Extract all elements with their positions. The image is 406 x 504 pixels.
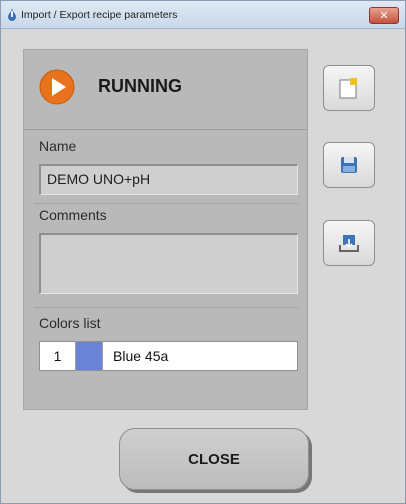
color-number: 1 — [40, 342, 76, 370]
name-field[interactable]: DEMO UNO+pH — [39, 164, 298, 195]
app-icon — [8, 8, 16, 21]
colors-list-item[interactable]: 1 Blue 45a — [39, 341, 298, 371]
close-button[interactable]: CLOSE — [119, 428, 309, 490]
color-swatch — [76, 342, 103, 370]
divider — [34, 203, 299, 204]
window-title: Import / Export recipe parameters — [21, 9, 178, 21]
window-close-button[interactable]: ✕ — [369, 7, 399, 24]
dialog-window: Import / Export recipe parameters ✕ RUNN… — [0, 0, 406, 504]
play-icon — [39, 69, 75, 105]
recipe-panel: RUNNING Name DEMO UNO+pH Comments Colors… — [23, 49, 308, 410]
name-label: Name — [39, 138, 77, 154]
comments-field[interactable] — [39, 233, 298, 294]
new-document-icon — [339, 78, 357, 99]
divider — [34, 307, 299, 308]
close-icon: ✕ — [379, 10, 389, 22]
comments-label: Comments — [39, 207, 107, 223]
colors-list-label: Colors list — [39, 315, 101, 331]
save-icon — [341, 157, 357, 173]
title-bar: Import / Export recipe parameters ✕ — [1, 1, 405, 29]
status-row: RUNNING — [24, 50, 307, 130]
new-recipe-button[interactable] — [323, 65, 375, 111]
save-recipe-button[interactable] — [323, 142, 375, 188]
import-icon — [339, 235, 359, 252]
import-recipe-button[interactable] — [323, 220, 375, 266]
color-name: Blue 45a — [113, 348, 169, 364]
status-text: RUNNING — [98, 76, 182, 96]
